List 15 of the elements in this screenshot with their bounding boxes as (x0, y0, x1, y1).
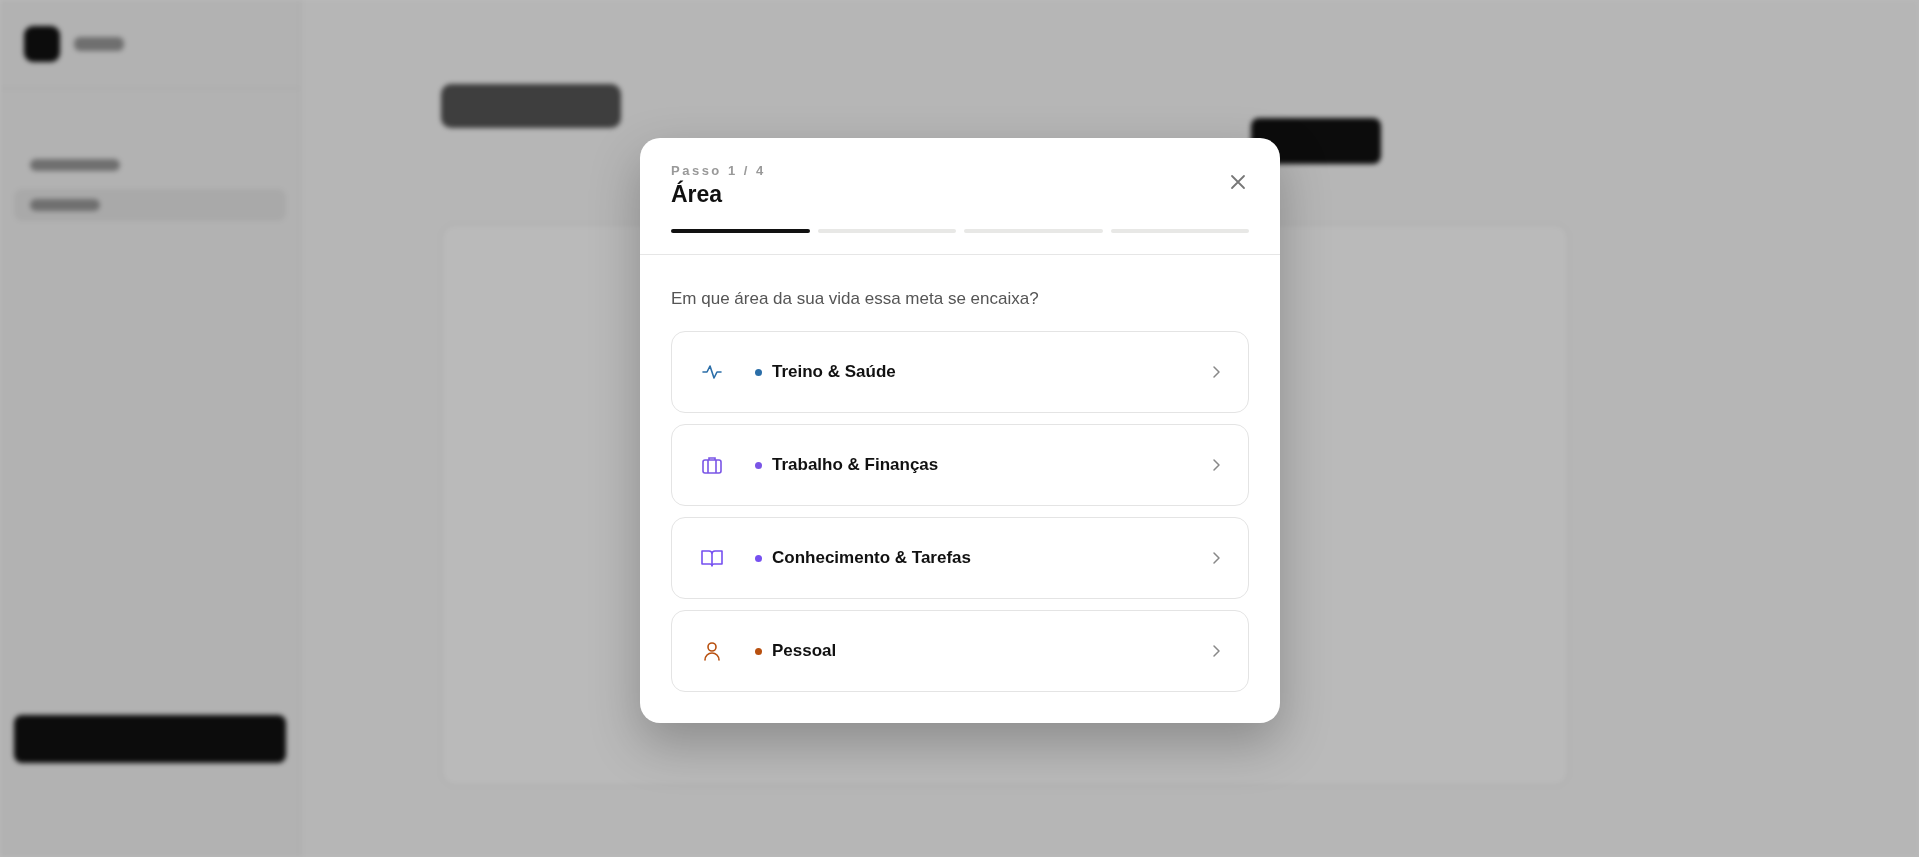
area-option[interactable]: Conhecimento & Tarefas (671, 517, 1249, 599)
area-label: Conhecimento & Tarefas (772, 548, 972, 568)
logo-icon (24, 26, 60, 62)
area-option[interactable]: Pessoal (671, 610, 1249, 692)
blurred-text (30, 199, 100, 211)
area-option[interactable]: Trabalho & Finanças (671, 424, 1249, 506)
area-label: Pessoal (772, 641, 838, 661)
area-label: Trabalho & Finanças (772, 455, 940, 475)
step-counter: Passo 1 / 4 (671, 163, 767, 178)
question-text: Em que área da sua vida essa meta se encaixa? (671, 289, 1040, 309)
dialog-title: Área (671, 181, 723, 208)
area-option[interactable]: Treino & Saúde (671, 331, 1249, 413)
area-label: Treino & Saúde (772, 362, 897, 382)
blurred-text (74, 37, 124, 51)
close-icon (1228, 172, 1248, 192)
